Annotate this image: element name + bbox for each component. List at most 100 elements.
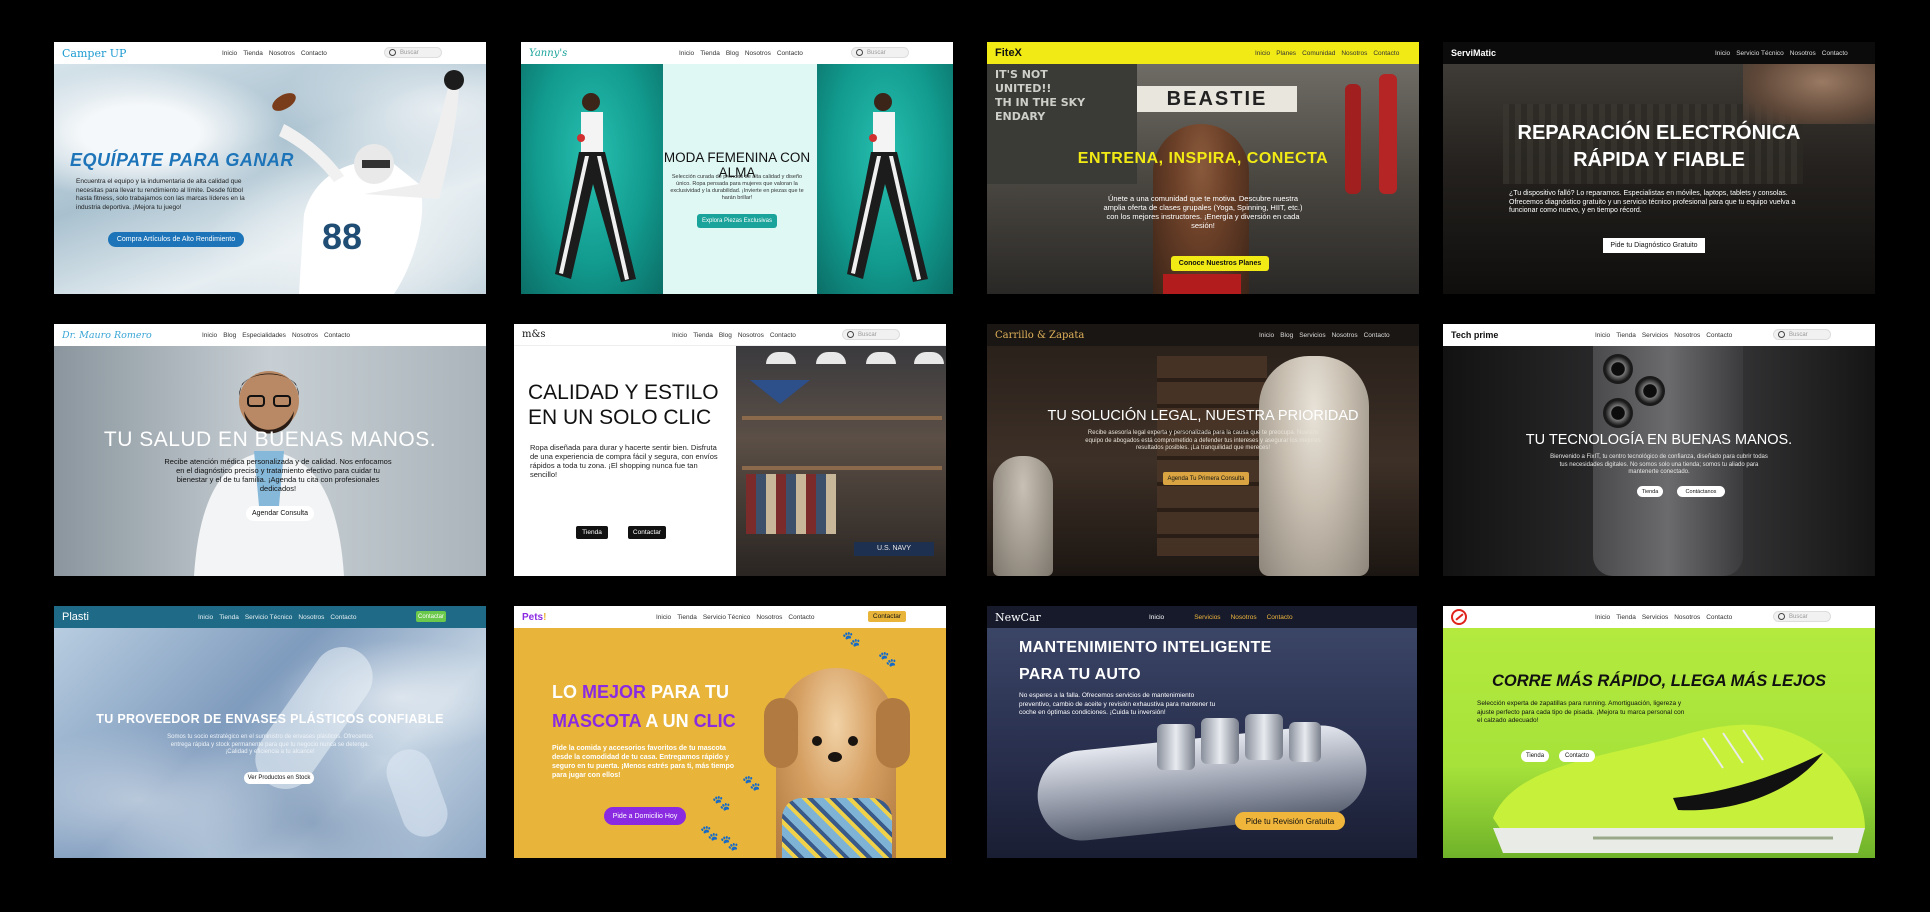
nav-link-contacto[interactable]: Contacto — [1706, 332, 1732, 339]
nav-link-tienda[interactable]: Tienda — [693, 332, 713, 339]
cta-button[interactable]: Pide tu Diagnóstico Gratuito — [1603, 238, 1705, 253]
brand-logo[interactable]: Pets! — [522, 612, 546, 623]
nav-link-contacto[interactable]: Contacto — [777, 50, 803, 57]
nav-link-nosotros[interactable]: Nosotros — [756, 614, 782, 621]
brand-logo[interactable]: m&s — [522, 329, 546, 340]
nav-link-blog[interactable]: Blog — [223, 332, 236, 339]
nav-link-nosotros[interactable]: Nosotros — [1790, 50, 1816, 57]
navbar: Plasti Inicio Tienda Servicio Técnico No… — [54, 606, 486, 628]
nav-link-contacto[interactable]: Contacto — [301, 50, 327, 57]
brand-logo[interactable]: Plasti — [62, 611, 89, 623]
nav-links: Inicio Tienda Servicio Técnico Nosotros … — [656, 606, 814, 628]
nav-link-servicio-tecnico[interactable]: Servicio Técnico — [245, 614, 293, 621]
nav-link-contacto[interactable]: Contacto — [1822, 50, 1848, 57]
nav-link-servicios[interactable]: Servicios — [1194, 614, 1220, 621]
brand-logo[interactable]: Camper UP — [62, 47, 126, 60]
hero: TU SOLUCIÓN LEGAL, NUESTRA PRIORIDAD Rec… — [987, 346, 1419, 576]
tienda-button[interactable]: Tienda — [1637, 486, 1663, 497]
nav-link-comunidad[interactable]: Comunidad — [1302, 50, 1335, 57]
nav-link-nosotros[interactable]: Nosotros — [1674, 614, 1700, 621]
search-input[interactable]: Buscar — [384, 47, 442, 58]
tienda-button[interactable]: Tienda — [576, 526, 608, 539]
nav-link-servicio-tecnico[interactable]: Servicio Técnico — [703, 614, 751, 621]
contactar-button[interactable]: Contactar — [416, 611, 446, 622]
nav-link-contacto[interactable]: Contacto — [1706, 614, 1732, 621]
nav-link-inicio[interactable]: Inicio — [1595, 614, 1610, 621]
nav-link-blog[interactable]: Blog — [726, 50, 739, 57]
nav-link-especialidades[interactable]: Especialidades — [242, 332, 286, 339]
nav-link-contacto[interactable]: Contacto — [330, 614, 356, 621]
nav-link-nosotros[interactable]: Nosotros — [1332, 332, 1358, 339]
cta-button[interactable]: Agenda Tu Primera Consulta — [1163, 472, 1249, 485]
nav-link-nosotros[interactable]: Nosotros — [1341, 50, 1367, 57]
cta-button[interactable]: Agendar Consulta — [246, 506, 314, 521]
nav-link-inicio[interactable]: Inicio — [1255, 50, 1270, 57]
nav-link-nosotros[interactable]: Nosotros — [1674, 332, 1700, 339]
nav-link-inicio[interactable]: Inicio — [202, 332, 217, 339]
search-input[interactable]: Buscar — [1773, 611, 1831, 622]
nav-link-inicio[interactable]: Inicio — [672, 332, 687, 339]
nav-link-inicio[interactable]: Inicio — [656, 614, 671, 621]
brand-logo[interactable]: NewCar — [995, 611, 1041, 624]
nav-link-servicios[interactable]: Servicios — [1642, 332, 1668, 339]
nav-link-inicio[interactable]: Inicio — [1259, 332, 1274, 339]
nav-link-planes[interactable]: Planes — [1276, 50, 1296, 57]
nav-link-nosotros[interactable]: Nosotros — [292, 332, 318, 339]
nav-link-contacto[interactable]: Contacto — [324, 332, 350, 339]
brand-logo[interactable]: Yanny's — [529, 48, 567, 59]
nav-links: Inicio Tienda Blog Nosotros Contacto — [672, 324, 796, 346]
nav-link-tienda[interactable]: Tienda — [1616, 614, 1636, 621]
nav-link-servicios[interactable]: Servicios — [1642, 614, 1668, 621]
cta-button[interactable]: Pide tu Revisión Gratuita — [1235, 812, 1345, 830]
cta-button[interactable]: Conoce Nuestros Planes — [1171, 256, 1269, 271]
search-input[interactable]: Buscar — [842, 329, 900, 340]
nav-link-inicio[interactable]: Inicio — [1715, 50, 1730, 57]
nav-link-tienda[interactable]: Tienda — [219, 614, 239, 621]
shorts — [1163, 274, 1241, 294]
contactar-button[interactable]: Contactar — [628, 526, 666, 539]
nav-link-contacto[interactable]: Contacto — [1267, 614, 1293, 621]
contactanos-button[interactable]: Contáctanos — [1677, 486, 1725, 497]
cta-button[interactable]: Explora Piezas Exclusivas — [697, 214, 777, 228]
brand-logo[interactable]: Carrillo & Zapata — [995, 330, 1084, 341]
cta-button[interactable]: Pide a Domicilio Hoy — [604, 807, 686, 825]
cta-button[interactable]: Ver Productos en Stock — [244, 772, 314, 784]
lamp-icon — [866, 352, 896, 364]
nav-link-inicio[interactable]: Inicio — [222, 50, 237, 57]
brand-logo[interactable]: Dr. Mauro Romero — [62, 330, 152, 341]
contacto-button[interactable]: Contacto — [1559, 750, 1595, 762]
nav-link-tienda[interactable]: Tienda — [1616, 332, 1636, 339]
nav-link-blog[interactable]: Blog — [1280, 332, 1293, 339]
nav-link-tienda[interactable]: Tienda — [243, 50, 263, 57]
nav-link-inicio[interactable]: Inicio — [1595, 332, 1610, 339]
brand-logo[interactable]: FiteX — [995, 47, 1022, 59]
socket-icon — [1201, 718, 1239, 764]
nav-link-nosotros[interactable]: Nosotros — [1231, 614, 1257, 621]
nav-link-blog[interactable]: Blog — [719, 332, 732, 339]
nav-link-servicio-tecnico[interactable]: Servicio Técnico — [1736, 50, 1784, 57]
brand-logo-icon[interactable] — [1451, 609, 1467, 625]
nav-link-nosotros[interactable]: Nosotros — [269, 50, 295, 57]
brand-logo[interactable]: ServiMatic — [1451, 48, 1496, 58]
nav-link-nosotros[interactable]: Nosotros — [738, 332, 764, 339]
contactar-button[interactable]: Contactar — [868, 611, 906, 622]
nav-link-inicio[interactable]: Inicio — [198, 614, 213, 621]
nav-link-servicios[interactable]: Servicios — [1299, 332, 1325, 339]
nav-link-nosotros[interactable]: Nosotros — [745, 50, 771, 57]
hero: 88 EQUÍPATE PARA GANAR Encuentra el equi… — [54, 64, 486, 294]
cta-button[interactable]: Compra Artículos de Alto Rendimiento — [108, 232, 244, 247]
nav-link-nosotros[interactable]: Nosotros — [298, 614, 324, 621]
search-input[interactable]: Buscar — [851, 47, 909, 58]
nav-link-contacto[interactable]: Contacto — [1373, 50, 1399, 57]
nav-link-inicio[interactable]: Inicio — [1149, 614, 1164, 621]
hero-title: MANTENIMIENTO INTELIGENTE PARA TU AUTO — [1019, 639, 1272, 683]
search-input[interactable]: Buscar — [1773, 329, 1831, 340]
brand-logo[interactable]: Tech prime — [1451, 330, 1498, 340]
nav-link-tienda[interactable]: Tienda — [677, 614, 697, 621]
nav-link-inicio[interactable]: Inicio — [679, 50, 694, 57]
nav-link-contacto[interactable]: Contacto — [770, 332, 796, 339]
nav-link-tienda[interactable]: Tienda — [700, 50, 720, 57]
tienda-button[interactable]: Tienda — [1521, 750, 1549, 762]
nav-link-contacto[interactable]: Contacto — [788, 614, 814, 621]
nav-link-contacto[interactable]: Contacto — [1364, 332, 1390, 339]
